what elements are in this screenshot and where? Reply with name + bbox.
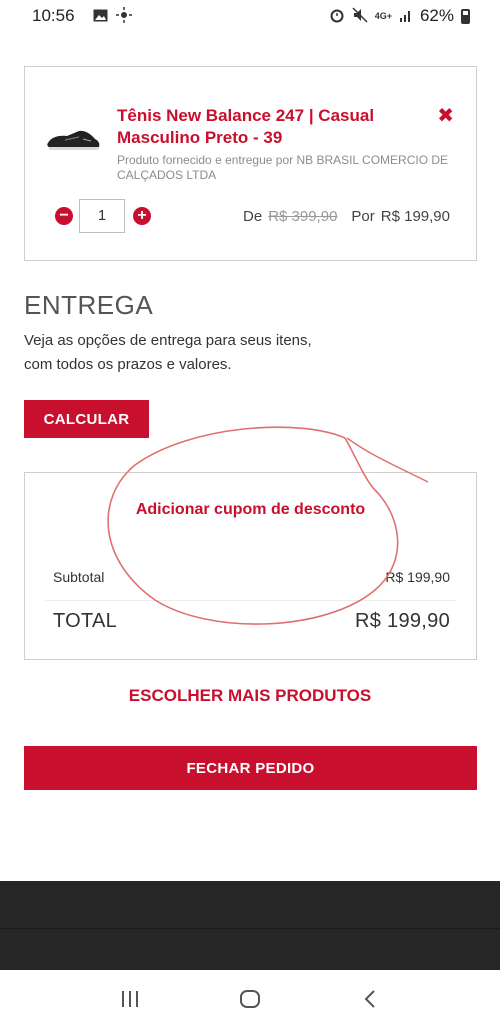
mute-icon [352, 7, 368, 25]
total-label: TOTAL [53, 610, 118, 632]
total-value: R$ 199,90 [355, 610, 450, 632]
image-icon [93, 9, 108, 24]
subtotal-row: Subtotal R$ 199,90 [53, 569, 450, 585]
alarm-icon [329, 7, 345, 25]
product-seller: Produto fornecido e entregue por NB BRAS… [117, 153, 449, 182]
delivery-title: ENTREGA [24, 290, 154, 320]
recent-apps-icon [122, 991, 138, 1007]
footer [0, 881, 500, 970]
battery-icon [461, 8, 470, 24]
total-row: TOTAL R$ 199,90 [53, 610, 450, 633]
status-time: 10:56 [32, 6, 75, 25]
price-old: R$ 399,90 [268, 208, 338, 225]
quantity-stepper: − 1 + [55, 199, 151, 233]
summary-divider [45, 600, 456, 601]
decrease-quantity-button[interactable]: − [55, 207, 73, 225]
signal-icon [399, 8, 413, 24]
continue-shopping-link[interactable]: ESCOLHER MAIS PRODUTOS [0, 686, 500, 706]
battery-percent: 62% [419, 6, 454, 25]
status-bar: 10:56 4G+ 62% [0, 0, 500, 32]
quantity-input[interactable]: 1 [79, 199, 125, 233]
calculate-shipping-button[interactable]: CALCULAR [24, 400, 149, 438]
system-navigation-bar [0, 970, 500, 1028]
cart-item-card: Tênis New Balance 247 | Casual Masculino… [24, 66, 477, 261]
home-button[interactable] [230, 979, 270, 1019]
subtotal-value: R$ 199,90 [385, 569, 450, 585]
footer-divider [0, 928, 500, 929]
status-bar-right: 4G+ 62% [329, 6, 470, 26]
network-icon: 4G+ [374, 10, 392, 21]
checkout-button[interactable]: FECHAR PEDIDO [24, 746, 477, 790]
price-row: De R$ 399,90 Por R$ 199,90 [243, 208, 450, 225]
back-icon [364, 990, 375, 1008]
product-title[interactable]: Tênis New Balance 247 | Casual Masculino… [117, 105, 417, 149]
weather-icon [115, 7, 132, 25]
home-icon [240, 990, 260, 1008]
add-coupon-link[interactable]: Adicionar cupom de desconto [25, 501, 476, 519]
order-summary-card: Adicionar cupom de desconto Subtotal R$ … [24, 472, 477, 660]
subtotal-label: Subtotal [53, 569, 105, 585]
product-image[interactable] [45, 125, 101, 155]
price-from-label: De [243, 208, 263, 225]
recent-apps-button[interactable] [110, 979, 150, 1019]
remove-item-icon[interactable]: ✖ [437, 103, 454, 128]
delivery-description: Veja as opções de entrega para seus iten… [24, 332, 312, 373]
price-by-label: Por [351, 208, 375, 225]
back-button[interactable] [350, 979, 390, 1019]
price-new: R$ 199,90 [380, 208, 450, 225]
status-bar-left: 10:56 [32, 6, 132, 26]
increase-quantity-button[interactable]: + [133, 207, 151, 225]
